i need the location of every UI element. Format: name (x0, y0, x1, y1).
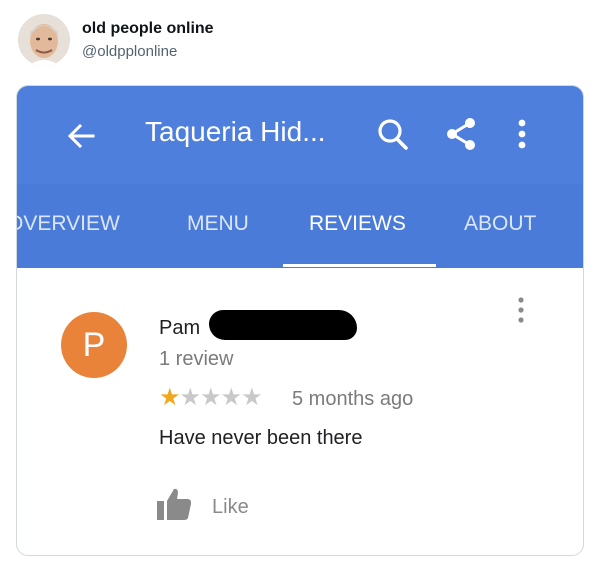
overflow-menu-button[interactable] (505, 112, 539, 156)
more-vert-icon (518, 297, 524, 323)
active-tab-indicator (283, 264, 436, 267)
like-label: Like (212, 496, 249, 518)
place-title: Taqueria Hid... (145, 116, 326, 147)
profile-photo-icon (18, 14, 70, 66)
star-rating: ★★★★★ (159, 384, 263, 411)
tweet-header: old people online @oldpplonline (0, 0, 599, 80)
tab-bar: OVERVIEW MENU REVIEWS ABOUT (17, 184, 583, 268)
reviewer-review-count: 1 review (159, 348, 234, 370)
redaction-mark (209, 310, 357, 340)
star-filled-icon: ★ (159, 384, 180, 411)
search-icon (378, 119, 408, 150)
back-button[interactable] (61, 116, 101, 156)
profile-avatar[interactable] (18, 14, 70, 66)
tweet-display-name[interactable]: old people online (82, 20, 214, 38)
tab-reviews[interactable]: REVIEWS (309, 212, 406, 236)
tab-about[interactable]: ABOUT (464, 212, 536, 236)
share-icon (447, 118, 475, 150)
star-empty-icon: ★ (179, 384, 201, 411)
reviewer-name[interactable]: Pam (159, 317, 200, 340)
reviewer-avatar[interactable]: P (61, 312, 127, 378)
review-item: P Pam 1 review ★★★★★ 5 months ago Have n… (17, 268, 583, 555)
like-button[interactable]: Like (157, 486, 267, 526)
back-arrow-icon (67, 123, 95, 149)
share-button[interactable] (441, 112, 481, 156)
tab-menu[interactable]: MENU (187, 212, 249, 236)
more-vert-icon (518, 119, 526, 149)
star-empty-icon: ★ (241, 384, 262, 411)
tweet-handle[interactable]: @oldpplonline (82, 43, 177, 60)
review-text: Have never been there (159, 427, 363, 449)
star-empty-icon: ★ (220, 384, 242, 411)
search-button[interactable] (373, 112, 413, 156)
app-bar: Taqueria Hid... (17, 86, 583, 184)
review-overflow-button[interactable] (513, 294, 529, 328)
review-time: 5 months ago (292, 388, 414, 410)
thumbs-up-icon (157, 488, 191, 520)
screenshot-card: Taqueria Hid... OVERVIEW MENU REVIEWS AB… (16, 85, 584, 556)
star-empty-icon: ★ (200, 384, 221, 411)
tab-overview[interactable]: OVERVIEW (17, 212, 120, 236)
